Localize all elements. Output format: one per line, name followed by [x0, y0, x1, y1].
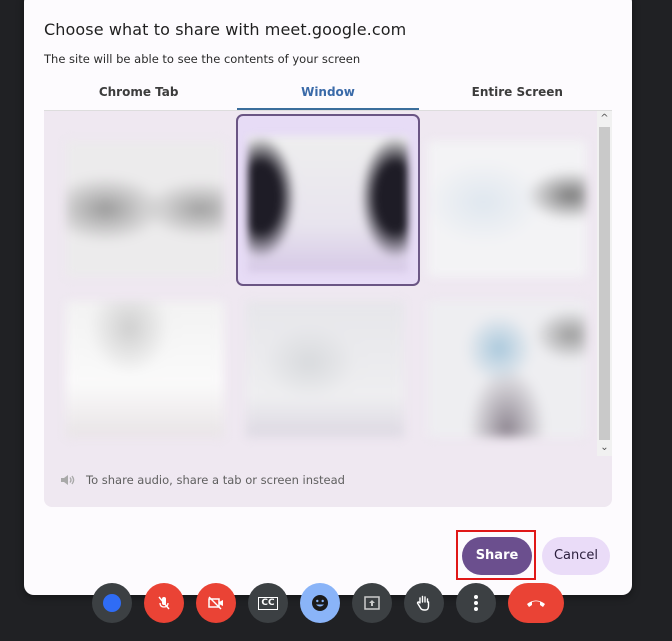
- chevron-up-icon[interactable]: ^: [597, 111, 612, 127]
- share-button[interactable]: Share: [462, 537, 532, 575]
- tab-entire-screen[interactable]: Entire Screen: [423, 76, 612, 110]
- camera-off-button[interactable]: [196, 583, 236, 623]
- window-grid: [44, 111, 596, 456]
- cancel-button[interactable]: Cancel: [542, 537, 610, 575]
- scrollbar-thumb[interactable]: [599, 127, 610, 440]
- present-icon: [364, 596, 380, 610]
- tab-window[interactable]: Window: [233, 76, 422, 110]
- window-preview-image: [246, 301, 404, 437]
- audio-note-text: To share audio, share a tab or screen in…: [86, 473, 345, 487]
- leave-call-button[interactable]: [508, 583, 564, 623]
- dialog-title: Choose what to share with meet.google.co…: [44, 20, 407, 39]
- window-preview-image: [248, 136, 408, 272]
- more-options-button[interactable]: [456, 583, 496, 623]
- self-view-tile[interactable]: [92, 583, 132, 623]
- window-preview-image: [428, 141, 586, 277]
- chevron-down-icon[interactable]: ⌄: [597, 440, 612, 456]
- camera-off-icon: [208, 596, 223, 610]
- more-vert-icon: [474, 595, 478, 611]
- audio-note: To share audio, share a tab or screen in…: [60, 473, 345, 487]
- vertical-scrollbar[interactable]: ^ ⌄: [597, 111, 612, 456]
- reactions-button[interactable]: [300, 583, 340, 623]
- window-thumbnail[interactable]: [56, 123, 234, 285]
- meet-control-bar: CC: [0, 583, 672, 641]
- window-thumbnail[interactable]: [418, 123, 596, 285]
- share-screen-dialog: Choose what to share with meet.google.co…: [24, 0, 632, 595]
- window-preview-image: [66, 301, 224, 437]
- share-source-tabs: Chrome Tab Window Entire Screen: [44, 76, 612, 110]
- present-button[interactable]: [352, 583, 392, 623]
- window-picker-panel: ^ ⌄ To share audio, share a tab or scree…: [44, 110, 612, 507]
- window-thumbnail[interactable]: [418, 283, 596, 445]
- emoji-icon: [312, 595, 328, 611]
- window-thumbnail[interactable]: [56, 283, 234, 445]
- dialog-subtitle: The site will be able to see the content…: [44, 52, 361, 66]
- window-thumbnail[interactable]: [236, 283, 414, 445]
- mic-off-icon: [158, 596, 170, 610]
- tab-chrome-tab[interactable]: Chrome Tab: [44, 76, 233, 110]
- window-thumbnail-selected[interactable]: [236, 114, 420, 286]
- microphone-off-button[interactable]: [144, 583, 184, 623]
- end-call-icon: [527, 600, 545, 607]
- speaker-icon: [60, 473, 76, 487]
- dot-icon: [103, 594, 121, 612]
- hand-icon: [416, 595, 430, 611]
- window-preview-image: [428, 301, 586, 437]
- window-preview-image: [66, 141, 224, 277]
- captions-icon: CC: [258, 596, 278, 610]
- captions-button[interactable]: CC: [248, 583, 288, 623]
- raise-hand-button[interactable]: [404, 583, 444, 623]
